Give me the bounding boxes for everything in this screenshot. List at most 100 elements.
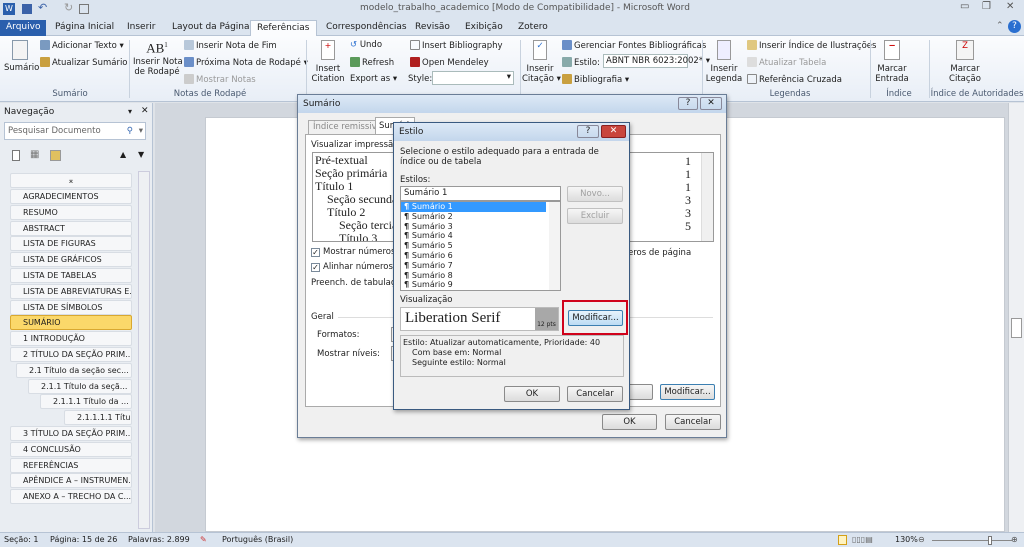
previous-heading-icon[interactable]: ▲ bbox=[120, 150, 126, 159]
align-numbers-checkbox[interactable]: ✓ Alinhar números de bbox=[311, 262, 406, 272]
headings-view-icon[interactable] bbox=[12, 150, 20, 161]
redo-icon[interactable]: ↻ bbox=[64, 1, 73, 14]
tab-layout[interactable]: Layout da Página bbox=[166, 20, 256, 36]
ok-button[interactable]: OK bbox=[602, 414, 657, 430]
results-view-icon[interactable] bbox=[50, 150, 61, 161]
zoom-in-button[interactable]: ⊕ bbox=[1011, 533, 1018, 547]
nav-item[interactable]: AGRADECIMENTOS bbox=[10, 189, 132, 204]
tab-revisao[interactable]: Revisão bbox=[409, 20, 456, 36]
vertical-scrollbar[interactable] bbox=[1008, 103, 1024, 532]
search-options-icon[interactable]: ▾ bbox=[139, 123, 143, 139]
tab-inserir[interactable]: Inserir bbox=[121, 20, 162, 36]
search-input[interactable]: Pesquisar Documento ⚲ ▾ bbox=[4, 122, 146, 140]
proxima-nota-button[interactable]: Próxima Nota de Rodapé ▾ bbox=[184, 57, 308, 68]
nav-item[interactable]: RESUMO bbox=[10, 204, 132, 220]
modificar-button[interactable]: Modificar... bbox=[660, 384, 715, 400]
help-button[interactable]: ? bbox=[678, 97, 698, 110]
close-button[interactable]: ✕ bbox=[601, 125, 626, 138]
style-list-item[interactable]: ¶ Sumário 1 bbox=[401, 202, 546, 212]
cancel-button[interactable]: Cancelar bbox=[665, 414, 721, 430]
nav-item[interactable]: REFERÊNCIAS bbox=[10, 457, 132, 473]
section-status[interactable]: Seção: 1 bbox=[4, 533, 39, 547]
inserir-nota-fim-button[interactable]: Inserir Nota de Fim bbox=[184, 40, 277, 51]
help-icon[interactable]: ? bbox=[1008, 20, 1021, 33]
tab-exibicao[interactable]: Exibição bbox=[459, 20, 509, 36]
insert-bibliography-button[interactable]: Insert Bibliography bbox=[410, 40, 503, 51]
proofing-icon[interactable]: ✎ bbox=[200, 533, 207, 547]
style-list-item[interactable]: ¶ Sumário 7 bbox=[401, 261, 546, 271]
style-list-item[interactable]: ¶ Sumário 8 bbox=[401, 271, 546, 281]
help-button[interactable]: ? bbox=[577, 125, 599, 138]
nav-item[interactable]: LISTA DE TABELAS bbox=[10, 268, 132, 283]
style-list-item[interactable]: ¶ Sumário 4 bbox=[401, 231, 546, 241]
tab-correspondencias[interactable]: Correspondências bbox=[320, 20, 413, 36]
collapse-ribbon-icon[interactable]: ⌃ bbox=[996, 21, 1004, 31]
nav-item[interactable]: APÊNDICE A – INSTRUMEN... bbox=[10, 473, 132, 489]
nav-item[interactable]: ANEXO A – TRECHO DA C... bbox=[10, 489, 132, 505]
language-status[interactable]: Português (Brasil) bbox=[222, 533, 293, 547]
style-list-item[interactable]: ¶ Sumário 9 bbox=[401, 280, 546, 290]
style-name-input[interactable]: Sumário 1 bbox=[400, 186, 561, 201]
sumario-button[interactable]: Sumário bbox=[4, 40, 39, 73]
styles-list-scrollbar[interactable] bbox=[549, 202, 560, 290]
marcar-citacao-button[interactable]: Z Marcar Citação bbox=[945, 40, 985, 84]
referencia-cruzada-button[interactable]: Referência Cruzada bbox=[747, 74, 842, 85]
nav-item[interactable]: 2 TÍTULO DA SEÇÃO PRIM... bbox=[10, 347, 132, 362]
scrollbar-thumb[interactable] bbox=[1011, 318, 1022, 338]
style-list-item[interactable]: ¶ Sumário 3 bbox=[401, 222, 546, 232]
tab-zotero[interactable]: Zotero bbox=[512, 20, 554, 36]
nav-item[interactable]: ABSTRACT bbox=[10, 220, 132, 236]
print-layout-icon[interactable] bbox=[838, 535, 847, 545]
nav-item[interactable]: 1 INTRODUÇÃO bbox=[10, 331, 132, 347]
gerenciar-fontes-button[interactable]: Gerenciar Fontes Bibliográficas bbox=[562, 40, 706, 51]
words-status[interactable]: Palavras: 2.899 bbox=[128, 533, 190, 547]
refresh-button[interactable]: Refresh bbox=[350, 57, 394, 68]
style-list-item[interactable]: ¶ Sumário 2 bbox=[401, 212, 546, 222]
nav-item[interactable]: LISTA DE ABREVIATURAS E... bbox=[10, 283, 132, 299]
bibliografia-button[interactable]: Bibliografia ▾ bbox=[562, 74, 629, 85]
nav-item[interactable]: LISTA DE FIGURAS bbox=[10, 236, 132, 252]
print-preview-icon[interactable] bbox=[79, 4, 89, 14]
undo-mendeley-button[interactable]: ↺ Undo bbox=[350, 40, 382, 50]
export-as-button[interactable]: Export as ▾ bbox=[350, 74, 397, 84]
nav-item[interactable]: SUMÁRIO bbox=[10, 315, 132, 331]
citation-style-select[interactable]: ABNT NBR 6023:2002* ▾ bbox=[603, 54, 710, 68]
insert-citation-button[interactable]: + Insert Citation bbox=[310, 40, 346, 84]
save-icon[interactable] bbox=[22, 4, 32, 14]
search-icon[interactable]: ⚲ bbox=[127, 123, 133, 139]
close-button[interactable]: ✕ bbox=[700, 97, 722, 110]
nav-item[interactable]: 2.1.1 Título da seçã... bbox=[28, 378, 132, 394]
open-mendeley-button[interactable]: Open Mendeley bbox=[410, 57, 489, 68]
zoom-out-button[interactable]: ⊖ bbox=[918, 533, 925, 547]
tab-pagina-inicial[interactable]: Página Inicial bbox=[49, 20, 120, 36]
minimize-button[interactable]: ▭ bbox=[960, 1, 969, 12]
close-button[interactable]: ✕ bbox=[1006, 1, 1014, 12]
undo-icon[interactable]: ↶ bbox=[38, 1, 47, 14]
pages-view-icon[interactable]: ▦ bbox=[30, 149, 39, 160]
inserir-legenda-button[interactable]: Inserir Legenda bbox=[705, 40, 743, 84]
nav-collapse-top[interactable]: ⌅ bbox=[10, 173, 132, 188]
style-select[interactable]: ▾ bbox=[432, 71, 514, 85]
preview-scrollbar[interactable] bbox=[701, 153, 713, 241]
styles-list[interactable]: ¶ Sumário 1 ¶ Sumário 2 ¶ Sumário 3 ¶ Sumár… bbox=[400, 201, 561, 291]
ok-button[interactable]: OK bbox=[504, 386, 560, 402]
style-list-item[interactable]: ¶ Sumário 6 bbox=[401, 251, 546, 261]
zoom-slider-thumb[interactable] bbox=[988, 536, 992, 545]
adicionar-texto-button[interactable]: Adicionar Texto ▾ bbox=[40, 40, 124, 51]
nav-item[interactable]: LISTA DE GRÁFICOS bbox=[10, 252, 132, 268]
zoom-slider[interactable] bbox=[932, 540, 1012, 541]
inserir-nota-button[interactable]: AB1 Inserir Nota de Rodapé bbox=[133, 40, 183, 77]
nav-item[interactable]: LISTA DE SÍMBOLOS bbox=[10, 299, 132, 315]
inserir-citacao-button[interactable]: ✓ Inserir Citação ▾ bbox=[522, 40, 561, 84]
atualizar-sumario-button[interactable]: Atualizar Sumário bbox=[40, 57, 128, 68]
inserir-indice-ilustracoes-button[interactable]: Inserir Índice de Ilustrações bbox=[747, 40, 876, 51]
restore-button[interactable]: ❐ bbox=[982, 1, 991, 12]
nav-scrollbar[interactable] bbox=[138, 171, 150, 529]
tab-referencias[interactable]: Referências bbox=[250, 20, 317, 37]
nav-item[interactable]: 2.1.1.1.1 Títul... bbox=[64, 410, 132, 426]
nav-item[interactable]: 3 TÍTULO DA SEÇÃO PRIM... bbox=[10, 426, 132, 441]
nav-item[interactable]: 4 CONCLUSÃO bbox=[10, 441, 132, 457]
modificar-button[interactable]: Modificar... bbox=[568, 310, 623, 326]
cancel-button[interactable]: Cancelar bbox=[567, 386, 623, 402]
tab-arquivo[interactable]: Arquivo bbox=[0, 20, 47, 36]
